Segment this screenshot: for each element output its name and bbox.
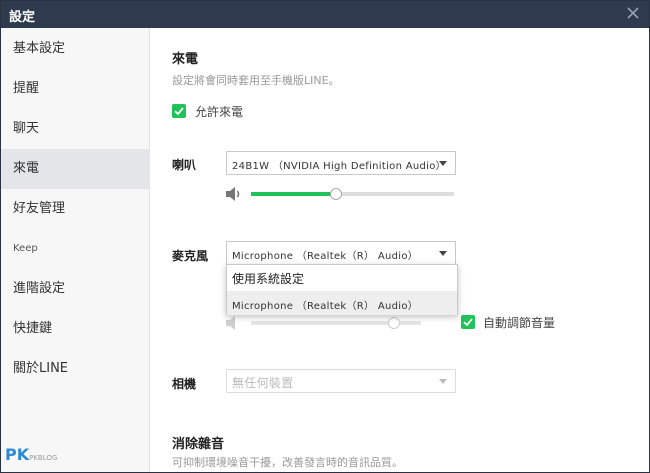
dropdown-option-system-default[interactable]: 使用系統設定 [227,265,457,291]
window-title: 設定 [9,10,36,25]
speaker-selected-value: 24B1W （NVIDIA High Definition Audio） [232,161,446,172]
watermark-logo: PKPKBLOG [5,445,57,464]
sidebar: 基本設定 提醒 聊天 來電 好友管理 Keep 進階設定 快捷鍵 關於LINE [1,28,150,472]
sidebar-item-general[interactable]: 基本設定 [1,29,150,69]
sidebar-item-chats[interactable]: 聊天 [1,109,150,149]
watermark-text: PK [5,445,30,464]
chevron-down-icon [439,251,447,256]
dropdown-option-label: 使用系統設定 [232,272,305,286]
check-icon [174,107,184,116]
sidebar-item-label: Keep [13,243,38,254]
microphone-select[interactable]: Microphone （Realtek（R） Audio） [226,241,456,265]
sidebar-item-label: 基本設定 [13,41,66,56]
sidebar-item-notifications[interactable]: 提醒 [1,69,150,109]
camera-label: 相機 [172,377,197,391]
auto-adjust-volume-label: 自動調節音量 [483,316,556,330]
sidebar-item-label: 來電 [13,161,40,176]
sidebar-item-label: 好友管理 [13,201,66,216]
sidebar-item-about[interactable]: 關於LINE [1,349,150,389]
dropdown-option-realtek-microphone[interactable]: Microphone （Realtek（R） Audio） [227,291,457,315]
sidebar-item-keep[interactable]: Keep [1,229,150,269]
camera-selected-value: 無任何裝置 [232,376,294,390]
speaker-volume-handle[interactable] [330,188,343,200]
auto-adjust-volume-checkbox[interactable] [461,315,475,329]
speaker-select[interactable]: 24B1W （NVIDIA High Definition Audio） [226,151,456,175]
allow-calls-label: 允許來電 [195,105,244,119]
sidebar-item-label: 關於LINE [13,361,69,376]
settings-content: 來電 設定將會同時套用至手機版LINE。 允許來電 喇叭 24B1W （NVID… [151,28,649,472]
microphone-dropdown-menu: 使用系統設定 Microphone （Realtek（R） Audio） [226,264,458,315]
speaker-volume-icon[interactable] [225,186,243,202]
camera-select: 無任何裝置 [226,369,456,393]
microphone-selected-value: Microphone （Realtek（R） Audio） [232,251,419,262]
watermark-subtext: PKBLOG [29,454,58,462]
chevron-down-icon [439,161,447,166]
check-icon [463,318,473,327]
sidebar-item-label: 聊天 [13,121,40,136]
sidebar-item-advanced[interactable]: 進階設定 [1,269,150,309]
sidebar-item-shortcuts[interactable]: 快捷鍵 [1,309,150,349]
section-title-noise: 消除雜音 [172,437,225,452]
microphone-volume-icon [226,316,235,330]
chevron-down-icon [439,379,447,384]
sidebar-item-calls[interactable]: 來電 [1,149,150,189]
speaker-label: 喇叭 [172,158,197,172]
microphone-volume-handle[interactable] [387,317,400,329]
settings-window: 設定 基本設定 提醒 聊天 來電 好友管理 Keep 進階設定 快捷鍵 關於LI… [0,0,650,473]
sidebar-item-label: 進階設定 [13,281,66,296]
allow-calls-checkbox[interactable] [172,104,186,118]
section-title-calls: 來電 [172,52,199,67]
speaker-volume-slider[interactable] [251,192,454,196]
sidebar-item-label: 提醒 [13,81,40,96]
speaker-volume-fill [251,192,337,196]
dropdown-option-label: Microphone （Realtek（R） Audio） [232,301,419,312]
microphone-label: 麥克風 [172,249,209,263]
title-bar: 設定 [1,1,649,28]
section-description-noise: 可抑制環境噪音干擾，改善發言時的音訊品質。 [172,456,403,469]
sidebar-item-friends[interactable]: 好友管理 [1,189,150,229]
close-icon[interactable] [625,4,641,22]
section-description-calls: 設定將會同時套用至手機版LINE。 [172,74,340,87]
sidebar-item-label: 快捷鍵 [13,321,53,336]
